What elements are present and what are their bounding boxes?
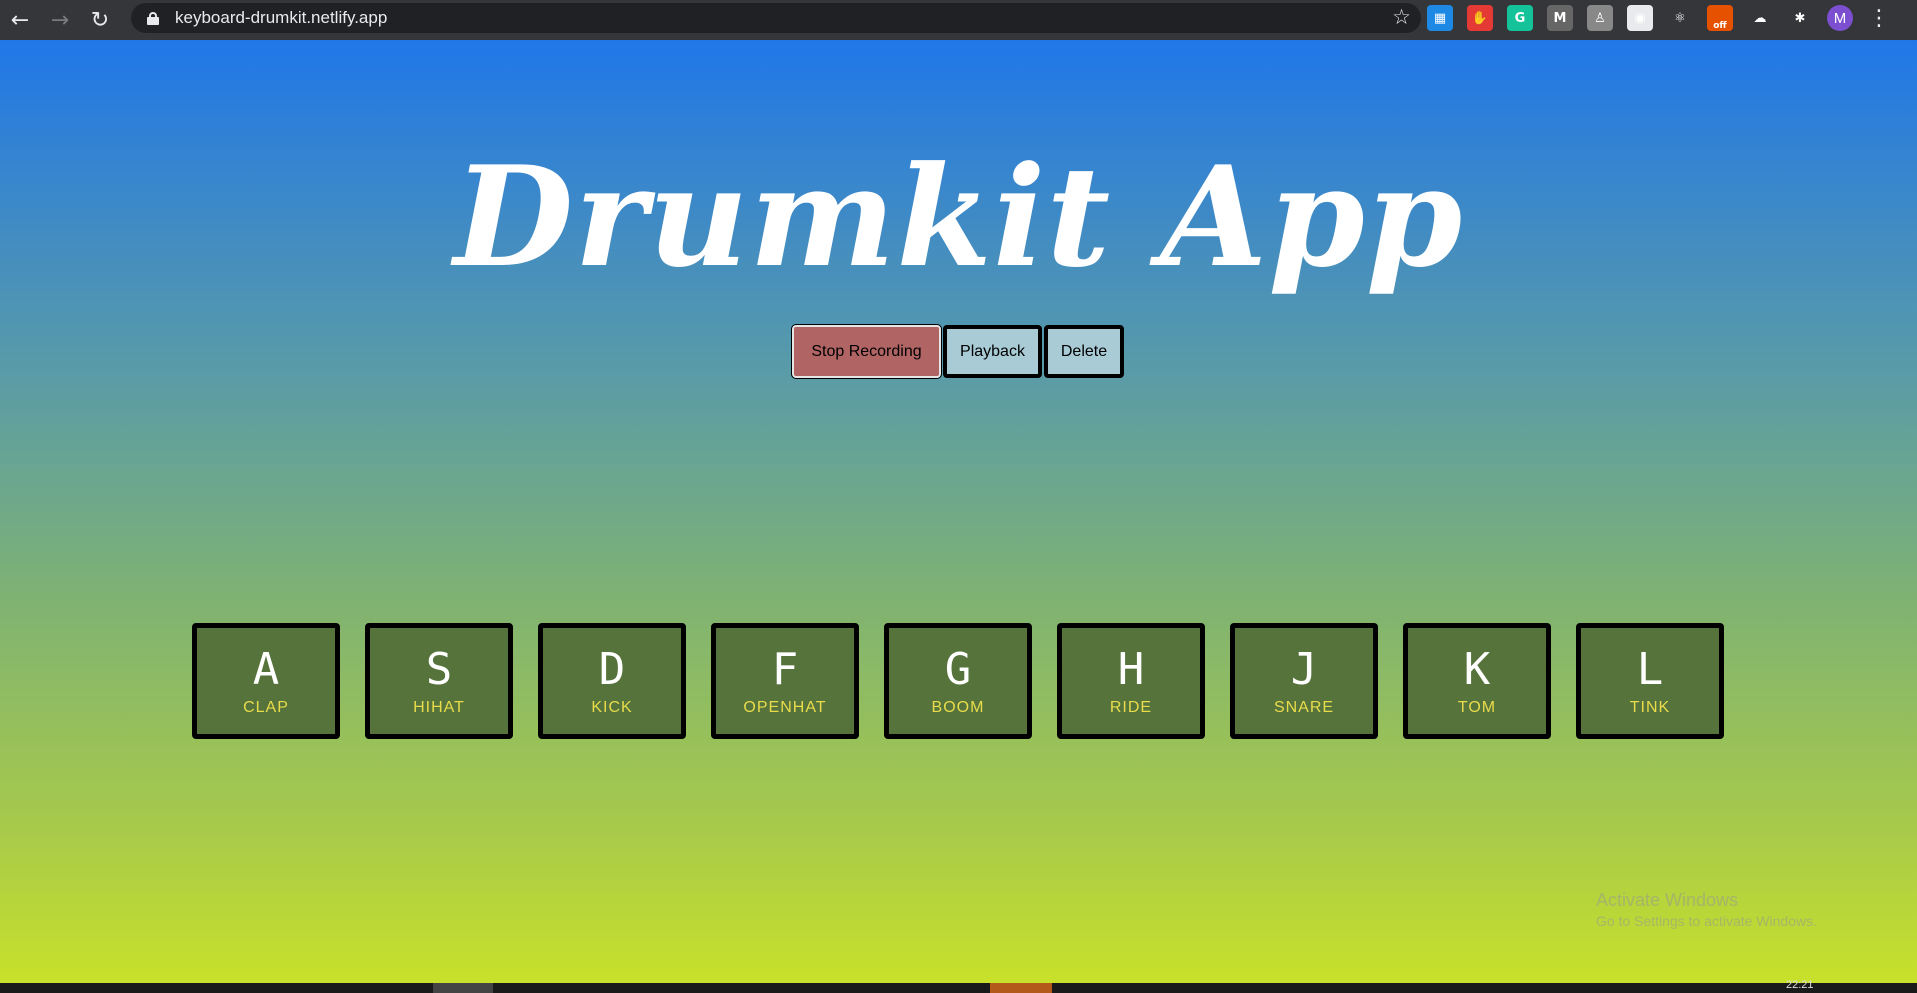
pdf-off-icon[interactable]: off — [1707, 5, 1733, 31]
grammarly-icon[interactable]: G — [1507, 5, 1533, 31]
react-devtools-icon[interactable]: ⚛ — [1667, 5, 1693, 31]
drum-key-clap[interactable]: A CLAP — [192, 623, 340, 739]
extensions-bar: ▦ ✋ G M ♙ ◉ ⚛ off ☁ ✱ M ⋮ — [1427, 0, 1891, 36]
key-letter: D — [598, 644, 626, 695]
key-sound-label: KICK — [591, 699, 633, 716]
drum-keys: A CLAP S HIHAT D KICK F OPENHAT G BOOM H RIDE J SNARE… — [192, 623, 1724, 739]
reload-icon[interactable]: ↻ — [80, 2, 120, 38]
key-letter: F — [771, 644, 799, 695]
drumkit-page: Drumkit App Stop Recording Playback Dele… — [0, 40, 1917, 983]
back-icon[interactable]: ← — [0, 2, 40, 38]
ext-cloud-icon[interactable]: ☁ — [1747, 5, 1773, 31]
playback-button[interactable]: Playback — [943, 325, 1042, 378]
url-text[interactable]: keyboard-drumkit.netlify.app — [175, 8, 387, 28]
recording-controls: Stop Recording Playback Delete — [791, 324, 1124, 379]
page-title: Drumkit App — [453, 135, 1464, 298]
delete-button[interactable]: Delete — [1044, 325, 1124, 378]
drum-key-tink[interactable]: L TINK — [1576, 623, 1724, 739]
drum-key-hihat[interactable]: S HIHAT — [365, 623, 513, 739]
trello-icon[interactable]: ▦ — [1427, 5, 1453, 31]
key-sound-label: TOM — [1457, 699, 1497, 716]
ext-circle-icon[interactable]: ◉ — [1627, 5, 1653, 31]
drum-key-ride[interactable]: H RIDE — [1057, 623, 1205, 739]
key-sound-label: TINK — [1629, 699, 1671, 716]
watermark-subtitle: Go to Settings to activate Windows. — [1596, 913, 1817, 929]
taskbar-active-app-item[interactable] — [990, 983, 1052, 993]
key-sound-label: BOOM — [931, 699, 985, 716]
key-letter: L — [1636, 644, 1664, 695]
windows-taskbar: 22:21 — [0, 979, 1917, 993]
puzzle-icon[interactable]: ✱ — [1787, 5, 1813, 31]
drum-key-kick[interactable]: D KICK — [538, 623, 686, 739]
key-letter: A — [252, 644, 280, 695]
address-bar[interactable]: keyboard-drumkit.netlify.app ☆ — [131, 3, 1421, 33]
lock-icon — [147, 12, 159, 25]
key-letter: S — [425, 644, 453, 695]
key-letter: G — [944, 644, 972, 695]
ext-figure-icon[interactable]: ♙ — [1587, 5, 1613, 31]
taskbar-app-item[interactable] — [433, 983, 493, 993]
bookmark-star-icon[interactable]: ☆ — [1392, 5, 1411, 29]
drum-key-snare[interactable]: J SNARE — [1230, 623, 1378, 739]
key-letter: J — [1290, 644, 1318, 695]
key-sound-label: CLAP — [243, 699, 289, 716]
browser-menu-icon[interactable]: ⋮ — [1867, 6, 1891, 31]
key-sound-label: HIHAT — [413, 699, 465, 716]
stop-recording-button[interactable]: Stop Recording — [791, 324, 942, 379]
activate-windows-watermark: Activate Windows Go to Settings to activ… — [1596, 890, 1817, 929]
key-sound-label: RIDE — [1109, 699, 1153, 716]
watermark-title: Activate Windows — [1596, 890, 1739, 910]
mailtrack-icon[interactable]: M — [1547, 5, 1573, 31]
key-sound-label: SNARE — [1273, 699, 1335, 716]
drum-key-tom[interactable]: K TOM — [1403, 623, 1551, 739]
adblock-icon[interactable]: ✋ — [1467, 5, 1493, 31]
profile-avatar[interactable]: M — [1827, 5, 1853, 31]
key-sound-label: OPENHAT — [743, 699, 827, 716]
drum-key-openhat[interactable]: F OPENHAT — [711, 623, 859, 739]
drum-key-boom[interactable]: G BOOM — [884, 623, 1032, 739]
taskbar-clock[interactable]: 22:21 — [1786, 979, 1814, 991]
key-letter: H — [1117, 644, 1145, 695]
browser-toolbar: ← → ↻ keyboard-drumkit.netlify.app ☆ ▦ ✋ G… — [0, 0, 1917, 40]
forward-icon[interactable]: → — [40, 2, 80, 38]
key-letter: K — [1463, 644, 1491, 695]
